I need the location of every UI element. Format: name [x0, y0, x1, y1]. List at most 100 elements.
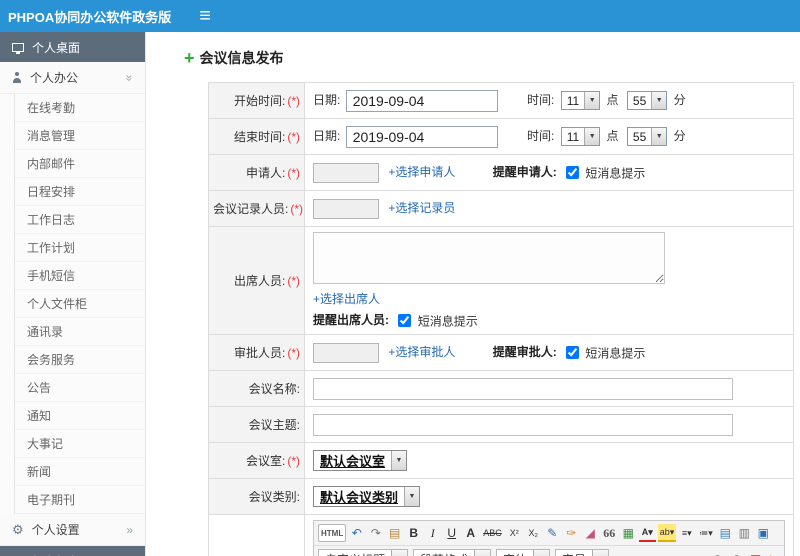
align-justify-icon[interactable]: ≡: [671, 550, 688, 556]
end-hour-select[interactable]: 11 ▼: [560, 127, 601, 146]
font-style-icon[interactable]: A: [462, 524, 479, 542]
editor-format-select[interactable]: 字号▼: [555, 549, 610, 556]
brush-icon[interactable]: ✑: [563, 524, 580, 542]
time-label: 时间:: [527, 128, 555, 143]
approver-input[interactable]: [313, 342, 379, 363]
field-label-cell: 会议室: (*): [208, 442, 305, 480]
sidebar-item-desktop[interactable]: 个人桌面: [0, 32, 145, 62]
field-label: 会议名称:: [248, 382, 300, 397]
sidebar-item[interactable]: 新闻: [15, 458, 145, 486]
field-value-cell: +选择审批人 提醒审批人: 短消息提示: [304, 334, 794, 372]
bg-color-icon[interactable]: ab▾: [657, 524, 677, 543]
sidebar-item[interactable]: 工作计划: [15, 234, 145, 262]
form-row-approver: 审批人员: (*) +选择审批人 提醒审批人: 短消息提示: [208, 334, 794, 372]
strikethrough-icon[interactable]: ABC: [481, 524, 504, 542]
meeting-subject-input[interactable]: [313, 413, 733, 436]
redo-icon[interactable]: ↷: [367, 524, 384, 542]
choose-attendee-link[interactable]: +选择出席人: [313, 292, 380, 306]
meeting-name-input[interactable]: [313, 377, 733, 400]
eraser-icon[interactable]: ◢: [582, 524, 599, 542]
template-icon[interactable]: ▦: [620, 524, 637, 542]
attendees-textarea[interactable]: [313, 232, 665, 284]
sidebar-item-supervision[interactable]: ◎ 督查督办 »: [0, 546, 145, 556]
unordered-list-icon[interactable]: ≔▾: [697, 524, 715, 542]
underline-icon[interactable]: U: [443, 524, 460, 542]
attendee-sms-checkbox[interactable]: [398, 314, 412, 328]
font-color-icon[interactable]: A▾: [638, 524, 656, 543]
approver-sms-checkbox[interactable]: [566, 346, 580, 360]
meeting-category-select[interactable]: 默认会议类别 ▼: [313, 486, 421, 508]
sidebar-item[interactable]: 手机短信: [15, 262, 145, 290]
form-row-meeting-room: 会议室: (*) 默认会议室 ▼: [208, 442, 794, 480]
align-right-icon[interactable]: ≡: [652, 550, 669, 556]
field-label-cell: 会议主题:: [208, 406, 305, 444]
dropdown-arrow-icon: ▼: [584, 128, 600, 145]
anchor-icon[interactable]: ⊕: [728, 550, 745, 556]
choose-approver-link[interactable]: +选择审批人: [388, 345, 455, 359]
paste-icon[interactable]: ▤: [386, 524, 403, 542]
page-title: + 会议信息发布: [184, 48, 800, 68]
sidebar-item[interactable]: 大事记: [15, 430, 145, 458]
sidebar-item-settings[interactable]: ⚙ 个人设置 »: [0, 514, 145, 546]
link-icon[interactable]: ∞: [690, 550, 707, 556]
applicant-sms-checkbox[interactable]: [566, 166, 580, 179]
unlink-icon[interactable]: ⊘: [709, 550, 726, 556]
choose-applicant-link[interactable]: +选择申请人: [388, 165, 455, 179]
editor-format-select[interactable]: 自定义标题▼: [318, 549, 409, 556]
start-hour-select[interactable]: 11 ▼: [560, 91, 601, 110]
media-icon[interactable]: ▶: [766, 550, 783, 556]
sidebar-item[interactable]: 在线考勤: [15, 94, 145, 122]
topbar: PHPOA协同办公软件政务版 ≡: [0, 0, 800, 32]
meeting-room-select[interactable]: 默认会议室 ▼: [313, 450, 408, 472]
italic-icon[interactable]: I: [424, 524, 441, 542]
html-source-icon[interactable]: HTML: [318, 524, 347, 543]
form-row-attendees: 出席人员: (*) +选择出席人 提醒出席人员: 短消息提示: [208, 225, 794, 336]
field-value-cell: [304, 370, 794, 408]
required-mark: (*): [287, 94, 300, 108]
sidebar-item[interactable]: 通知: [15, 402, 145, 430]
editor-toolbar-2: 自定义标题▼ 段落格式▼ 字体▼ 字号▼ ≡≡≡≡∞⊘⊕▣▶☺▦: [314, 546, 784, 556]
field-label: 会议室:: [245, 454, 286, 469]
sidebar-item[interactable]: 内部邮件: [15, 150, 145, 178]
start-date-input[interactable]: [345, 89, 498, 112]
end-minute-select[interactable]: 55 ▼: [626, 127, 668, 146]
editor-format-select[interactable]: 字体▼: [496, 549, 551, 556]
paste-text-icon[interactable]: ▥: [736, 524, 753, 542]
start-minute-select[interactable]: 55 ▼: [626, 91, 668, 110]
dropdown-arrow-icon: ▼: [391, 550, 408, 556]
align-center-icon[interactable]: ≡: [633, 550, 650, 556]
paste-word-icon[interactable]: ▤: [717, 524, 734, 542]
sidebar-item[interactable]: 个人文件柜: [15, 290, 145, 318]
undo-icon[interactable]: ↶: [348, 524, 365, 542]
superscript-icon[interactable]: X²: [506, 524, 523, 542]
sidebar-item[interactable]: 会务服务: [15, 346, 145, 374]
field-value-cell: [304, 406, 794, 444]
sidebar-item[interactable]: 日程安排: [15, 178, 145, 206]
field-label-cell: 开始时间: (*): [208, 82, 305, 119]
choose-recorder-link[interactable]: +选择记录员: [388, 201, 455, 215]
align-left-icon[interactable]: ≡: [614, 550, 631, 556]
form-row-editor: HTML↶↷▤BIUAABCX²X₂✎✑◢66▦A▾ab▾≡▾≔▾▤▥▣ 自定义…: [208, 514, 794, 556]
field-value-cell: +选择记录员: [304, 190, 794, 227]
field-label: 会议类别:: [248, 490, 300, 505]
sidebar-item[interactable]: 电子期刊: [15, 486, 145, 514]
field-label-cell: 会议记录人员: (*): [208, 190, 305, 227]
quote-icon[interactable]: 66: [601, 524, 618, 542]
ordered-list-icon[interactable]: ≡▾: [678, 524, 695, 542]
end-date-input[interactable]: [345, 125, 498, 148]
image-icon[interactable]: ▣: [747, 550, 764, 556]
insert-image-icon[interactable]: ▣: [755, 524, 772, 542]
field-label: 出席人员:: [233, 274, 286, 289]
bold-icon[interactable]: B: [405, 524, 422, 542]
sidebar-item-office[interactable]: 个人办公 »: [0, 62, 145, 94]
sidebar-item[interactable]: 通讯录: [15, 318, 145, 346]
subscript-icon[interactable]: X₂: [525, 524, 542, 542]
pencil-icon[interactable]: ✎: [544, 524, 561, 542]
menu-icon[interactable]: ≡: [199, 6, 211, 26]
editor-format-select[interactable]: 段落格式▼: [413, 549, 492, 556]
sidebar-item[interactable]: 工作日志: [15, 206, 145, 234]
sidebar-item[interactable]: 消息管理: [15, 122, 145, 150]
applicant-input[interactable]: [313, 162, 379, 183]
recorder-input[interactable]: [313, 198, 379, 219]
sidebar-item[interactable]: 公告: [15, 374, 145, 402]
